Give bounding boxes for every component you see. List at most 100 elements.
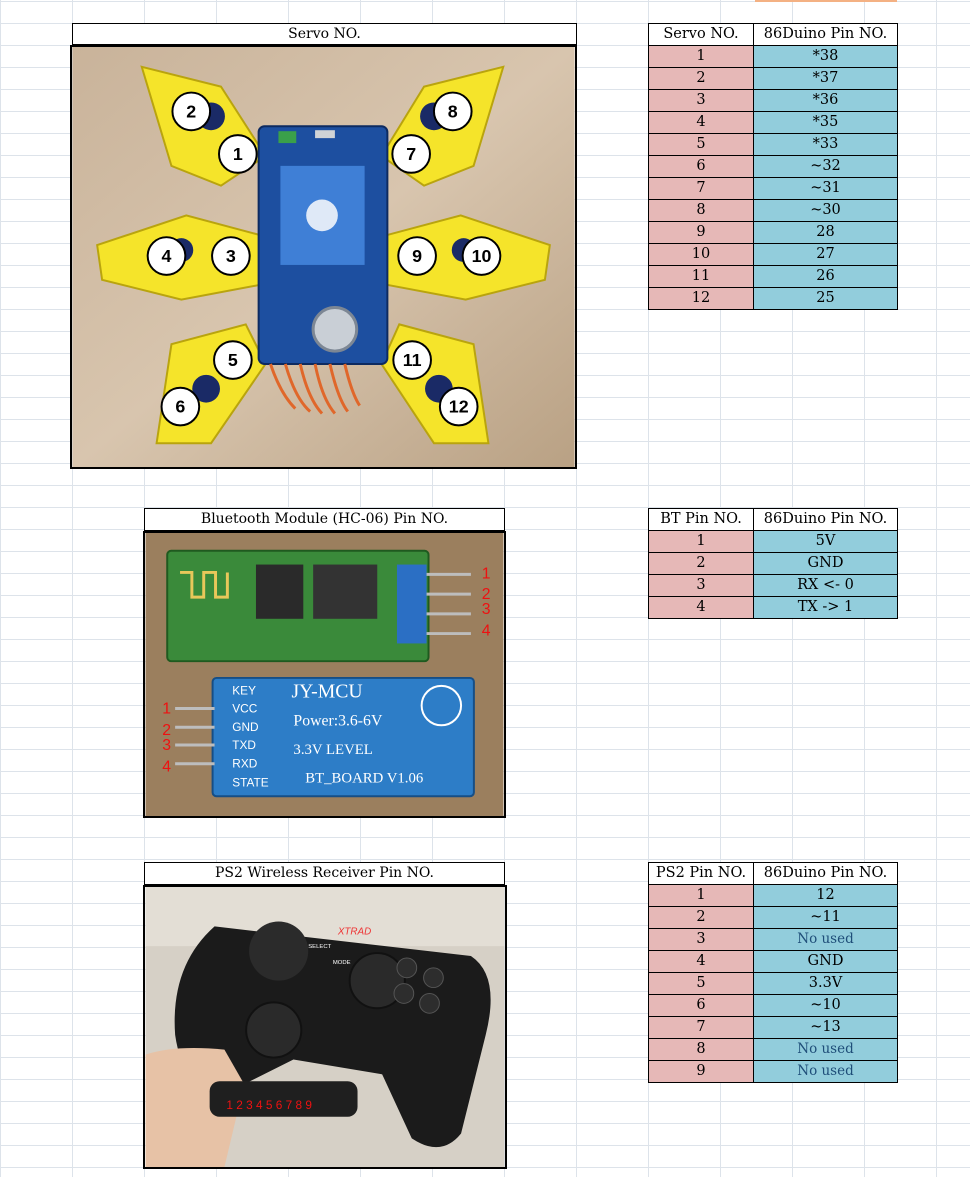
bt-pin-state: STATE [232, 775, 268, 789]
servo-label-12: 12 [449, 397, 469, 417]
ps2-table-row: 9 No used [648, 1060, 898, 1083]
servo-label-8: 8 [448, 101, 458, 121]
servo-table-row: 11 26 [648, 265, 898, 288]
header-accent-bar [755, 0, 897, 2]
servo-table-row: 2 *37 [648, 67, 898, 90]
servo-table-row: 9 28 [648, 221, 898, 244]
bluetooth-pin-table: BT Pin NO. 86Duino Pin NO. 1 5V 2 GND 3 RX <-… [648, 508, 898, 619]
servo-label-5: 5 [228, 350, 238, 370]
ps2-duino-pin-cell: 12 [753, 884, 898, 907]
ps2-duino-pin-cell: No used [753, 1060, 898, 1083]
servo-table-row: 5 *33 [648, 133, 898, 156]
bt-bottom-number-4: 4 [162, 759, 171, 776]
ps2-pin-number-cell: 6 [648, 994, 754, 1017]
servo-table-row: 12 25 [648, 287, 898, 310]
bt-table-row: 1 5V [648, 530, 898, 553]
servo-duino-pin-cell: *36 [753, 89, 898, 112]
bt-board-title: JY-MCU [291, 681, 362, 703]
bt-bottom-number-1: 1 [162, 700, 171, 717]
ps2-pin-number-cell: 2 [648, 906, 754, 929]
ps2-table-row: 6 ~10 [648, 994, 898, 1017]
ps2-duino-pin-cell: ~11 [753, 906, 898, 929]
bt-pin-key: KEY [232, 684, 256, 698]
bt-duino-pin-cell: RX <- 0 [753, 574, 898, 597]
servo-duino-pin-cell: *38 [753, 45, 898, 68]
servo-table-row: 7 ~31 [648, 177, 898, 200]
servo-label-10: 10 [472, 246, 492, 266]
servo-label-9: 9 [412, 246, 422, 266]
bt-table-row: 2 GND [648, 552, 898, 575]
bt-table-header-duino: 86Duino Pin NO. [753, 508, 898, 531]
bt-pin-gnd: GND [232, 720, 258, 734]
ps2-table-row: 2 ~11 [648, 906, 898, 929]
servo-pin-number-cell: 6 [648, 155, 754, 178]
ps2-select-label: SELECT [308, 944, 331, 950]
ps2-duino-pin-cell: GND [753, 950, 898, 973]
servo-duino-pin-cell: ~31 [753, 177, 898, 200]
ps2-caption: PS2 Wireless Receiver Pin NO. [144, 862, 505, 885]
bt-top-number-4: 4 [482, 623, 491, 640]
servo-duino-pin-cell: ~30 [753, 199, 898, 222]
servo-table-row: 4 *35 [648, 111, 898, 134]
ps2-pin-number-cell: 9 [648, 1060, 754, 1083]
bt-table-header-pin: BT Pin NO. [648, 508, 754, 531]
servo-table-row: 10 27 [648, 243, 898, 266]
ps2-pin-number-cell: 4 [648, 950, 754, 973]
servo-pin-table: Servo NO. 86Duino Pin NO. 1 *38 2 *37 3 *36 4 *… [648, 23, 898, 310]
bt-pin-number-cell: 4 [648, 596, 754, 619]
ps2-table-header-pin: PS2 Pin NO. [648, 862, 754, 885]
servo-pin-number-cell: 5 [648, 133, 754, 156]
servo-duino-pin-cell: *37 [753, 67, 898, 90]
ps2-table-row: 7 ~13 [648, 1016, 898, 1039]
servo-table-row: 8 ~30 [648, 199, 898, 222]
servo-table-header-servo: Servo NO. [648, 23, 754, 46]
servo-table-header-duino: 86Duino Pin NO. [753, 23, 898, 46]
bt-duino-pin-cell: 5V [753, 530, 898, 553]
bt-top-number-3: 3 [482, 601, 491, 618]
ps2-pin-number-cell: 8 [648, 1038, 754, 1061]
ps2-pin-number-cell: 1 [648, 884, 754, 907]
servo-label-3: 3 [226, 246, 236, 266]
servo-pin-number-cell: 3 [648, 89, 754, 112]
ps2-pin-number-cell: 3 [648, 928, 754, 951]
ps2-pin-number-cell: 5 [648, 972, 754, 995]
servo-duino-pin-cell: 27 [753, 243, 898, 266]
bt-duino-pin-cell: TX -> 1 [753, 596, 898, 619]
ps2-duino-pin-cell: No used [753, 928, 898, 951]
ps2-table-row: 3 No used [648, 928, 898, 951]
bt-board-name: BT_BOARD V1.06 [305, 770, 423, 786]
ps2-table-row: 8 No used [648, 1038, 898, 1061]
servo-label-4: 4 [162, 246, 172, 266]
bluetooth-module-photo: 1 2 3 4 1 2 3 4 KEY VCC GND TXD RXD STAT… [143, 531, 506, 818]
servo-duino-pin-cell: *33 [753, 133, 898, 156]
bt-board-level: 3.3V LEVEL [293, 742, 372, 758]
ps2-connector-pins: 1 2 3 4 5 6 7 8 9 [226, 1098, 312, 1112]
ps2-pin-number-cell: 7 [648, 1016, 754, 1039]
bt-pin-vcc: VCC [232, 701, 257, 715]
ps2-duino-pin-cell: ~13 [753, 1016, 898, 1039]
servo-pin-number-cell: 7 [648, 177, 754, 200]
bt-bottom-number-3: 3 [162, 737, 171, 754]
bt-board-power: Power:3.6-6V [293, 712, 383, 729]
bt-pin-number-cell: 3 [648, 574, 754, 597]
servo-duino-pin-cell: ~32 [753, 155, 898, 178]
servo-pin-number-cell: 2 [648, 67, 754, 90]
ps2-pin-table: PS2 Pin NO. 86Duino Pin NO. 1 12 2 ~11 3 No u… [648, 862, 898, 1083]
servo-pin-number-cell: 9 [648, 221, 754, 244]
ps2-table-row: 1 12 [648, 884, 898, 907]
servo-label-1: 1 [233, 144, 243, 164]
ps2-mode-label: MODE [333, 960, 351, 966]
servo-label-2: 2 [186, 101, 196, 121]
servo-robot-photo: 1 2 3 4 5 6 7 8 9 10 11 12 [70, 45, 577, 469]
servo-label-6: 6 [175, 397, 185, 417]
servo-table-row: 1 *38 [648, 45, 898, 68]
servo-pin-number-cell: 1 [648, 45, 754, 68]
bt-pin-txd: TXD [232, 738, 256, 752]
servo-label-11: 11 [403, 350, 422, 370]
servo-pin-number-cell: 12 [648, 287, 754, 310]
servo-table-row: 6 ~32 [648, 155, 898, 178]
ps2-controller-photo: XTRAD SELECT MODE 1 2 3 4 5 6 7 8 9 [143, 885, 507, 1169]
bt-top-number-1: 1 [482, 565, 491, 582]
ps2-table-row: 4 GND [648, 950, 898, 973]
servo-duino-pin-cell: *35 [753, 111, 898, 134]
